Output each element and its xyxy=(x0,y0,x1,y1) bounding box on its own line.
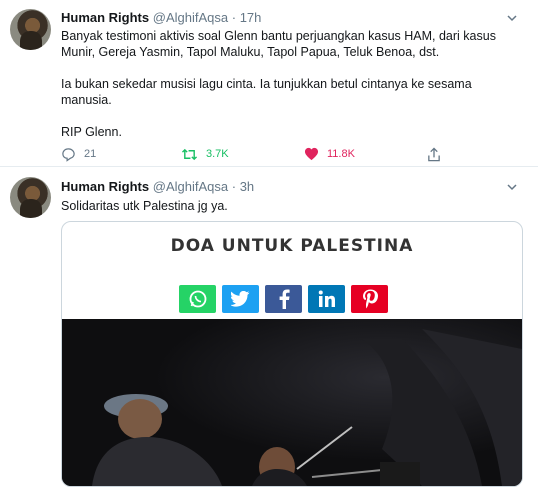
retweet-icon xyxy=(181,148,198,160)
heart-icon xyxy=(304,147,319,161)
tweet-text: Banyak testimoni aktivis soal Glenn bant… xyxy=(61,28,521,140)
concert-photo-image xyxy=(62,319,522,486)
tweet-paragraph: Ia bukan sekedar musisi lagu cinta. Ia t… xyxy=(61,77,472,107)
tweet-paragraph: Banyak testimoni aktivis soal Glenn bant… xyxy=(61,29,496,59)
linkedin-icon xyxy=(318,290,335,307)
share-icon xyxy=(428,146,440,161)
reply-button[interactable]: 21 xyxy=(61,145,96,163)
tweet-paragraph: RIP Glenn. xyxy=(61,125,122,139)
whatsapp-icon xyxy=(189,290,206,308)
chevron-down-icon[interactable] xyxy=(506,181,518,193)
twitter-icon xyxy=(230,290,249,307)
pinterest-icon xyxy=(362,289,378,309)
display-name[interactable]: Human Rights xyxy=(61,179,149,194)
media-photo[interactable] xyxy=(62,319,522,486)
tweet-header: Human Rights @AlghifAqsa · 3h xyxy=(61,179,254,194)
retweet-count: 3.7K xyxy=(206,148,229,160)
tweet[interactable]: Human Rights @AlghifAqsa · 17h Banyak te… xyxy=(0,0,538,167)
facebook-icon xyxy=(279,289,290,309)
tweet[interactable]: Human Rights @AlghifAqsa · 3h Solidarita… xyxy=(0,167,538,487)
separator: · xyxy=(231,10,237,25)
avatar[interactable] xyxy=(10,177,51,218)
like-button[interactable]: 11.8K xyxy=(304,145,355,163)
media-card[interactable]: DOA UNTUK PALESTINA xyxy=(61,221,523,487)
share-buttons xyxy=(179,285,388,313)
chevron-down-icon[interactable] xyxy=(506,12,518,24)
retweet-button[interactable]: 3.7K xyxy=(181,145,229,163)
twitter-share xyxy=(222,285,259,313)
whatsapp-share xyxy=(179,285,216,313)
display-name[interactable]: Human Rights xyxy=(61,10,149,25)
timestamp[interactable]: 3h xyxy=(240,179,254,194)
pinterest-share xyxy=(351,285,388,313)
timestamp[interactable]: 17h xyxy=(240,10,262,25)
user-handle[interactable]: @AlghifAqsa xyxy=(153,10,228,25)
tweet-actions: 21 3.7K 11.8K xyxy=(61,145,481,163)
tweet-text: Solidaritas utk Palestina jg ya. xyxy=(61,199,228,213)
reply-count: 21 xyxy=(84,148,97,160)
avatar[interactable] xyxy=(10,9,51,50)
separator: · xyxy=(231,179,237,194)
reply-icon xyxy=(62,147,75,162)
media-title: DOA UNTUK PALESTINA xyxy=(170,236,414,256)
user-handle[interactable]: @AlghifAqsa xyxy=(153,179,228,194)
tweet-header: Human Rights @AlghifAqsa · 17h xyxy=(61,10,261,25)
share-button[interactable] xyxy=(427,145,441,163)
linkedin-share xyxy=(308,285,345,313)
facebook-share xyxy=(265,285,302,313)
like-count: 11.8K xyxy=(327,148,355,160)
